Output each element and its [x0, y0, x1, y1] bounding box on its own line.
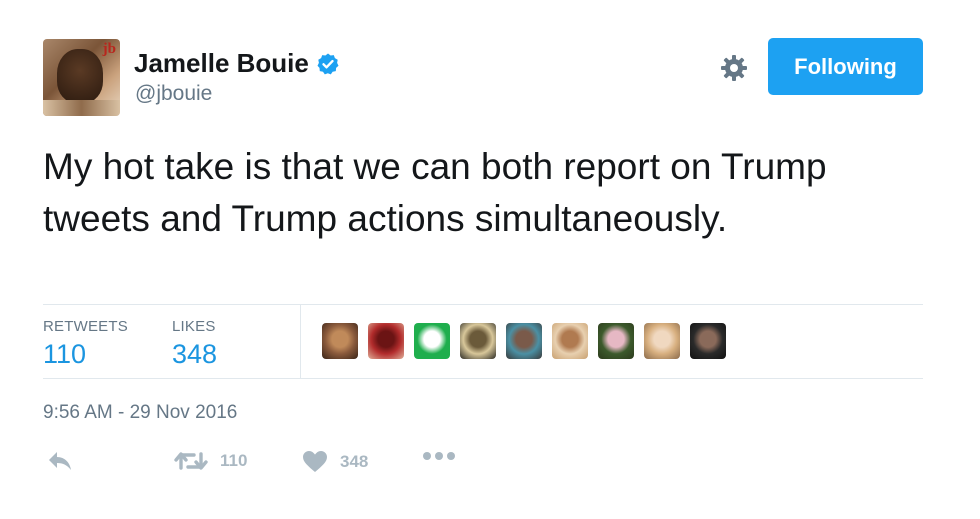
author-name-row[interactable]: Jamelle Bouie	[134, 48, 340, 79]
avatar-logo-text: jb	[102, 41, 116, 57]
liker-avatar[interactable]	[368, 323, 404, 359]
tweet-card: jb Jamelle Bouie @jbouie Following My ho…	[0, 0, 980, 519]
author-handle[interactable]: @jbouie	[135, 82, 212, 106]
avatar-band	[43, 100, 120, 116]
author-avatar[interactable]: jb	[43, 39, 120, 116]
liker-avatar[interactable]	[322, 323, 358, 359]
gear-icon[interactable]	[719, 53, 749, 83]
liker-avatar[interactable]	[690, 323, 726, 359]
likes-label: LIKES	[172, 318, 216, 335]
liker-avatar[interactable]	[552, 323, 588, 359]
retweet-icon	[174, 452, 208, 470]
retweets-label: RETWEETS	[43, 318, 128, 335]
likes-count: 348	[172, 339, 218, 369]
more-icon	[423, 452, 455, 460]
tweet-text: My hot take is that we can both report o…	[43, 146, 827, 239]
liker-avatars	[322, 323, 736, 359]
stats-vertical-divider	[300, 304, 301, 378]
reply-button[interactable]	[47, 450, 73, 472]
retweets-count: 110	[43, 339, 87, 369]
tweet-timestamp[interactable]: 9:56 AM - 29 Nov 2016	[43, 402, 237, 424]
retweet-button[interactable]: 110	[174, 450, 247, 472]
avatar-face	[57, 49, 103, 103]
tweet-actions: 110 348	[43, 450, 543, 480]
more-button[interactable]	[422, 450, 456, 462]
retweet-count: 110	[220, 451, 248, 470]
likes-stat[interactable]: LIKES 348	[172, 318, 217, 370]
following-button[interactable]: Following	[768, 38, 923, 95]
author-name[interactable]: Jamelle Bouie	[134, 48, 309, 79]
verified-badge-icon	[317, 53, 339, 74]
like-button[interactable]: 348	[302, 450, 368, 474]
liker-avatar[interactable]	[598, 323, 634, 359]
liker-avatar[interactable]	[644, 323, 680, 359]
heart-icon	[303, 451, 327, 472]
liker-avatar[interactable]	[460, 323, 496, 359]
stats-bottom-divider	[43, 378, 923, 379]
tweet-stats: RETWEETS 110 LIKES 348	[43, 304, 923, 378]
liker-avatar[interactable]	[506, 323, 542, 359]
reply-icon	[49, 452, 71, 470]
retweets-stat[interactable]: RETWEETS 110	[43, 318, 128, 370]
liker-avatar[interactable]	[414, 323, 450, 359]
like-count: 348	[340, 452, 369, 471]
